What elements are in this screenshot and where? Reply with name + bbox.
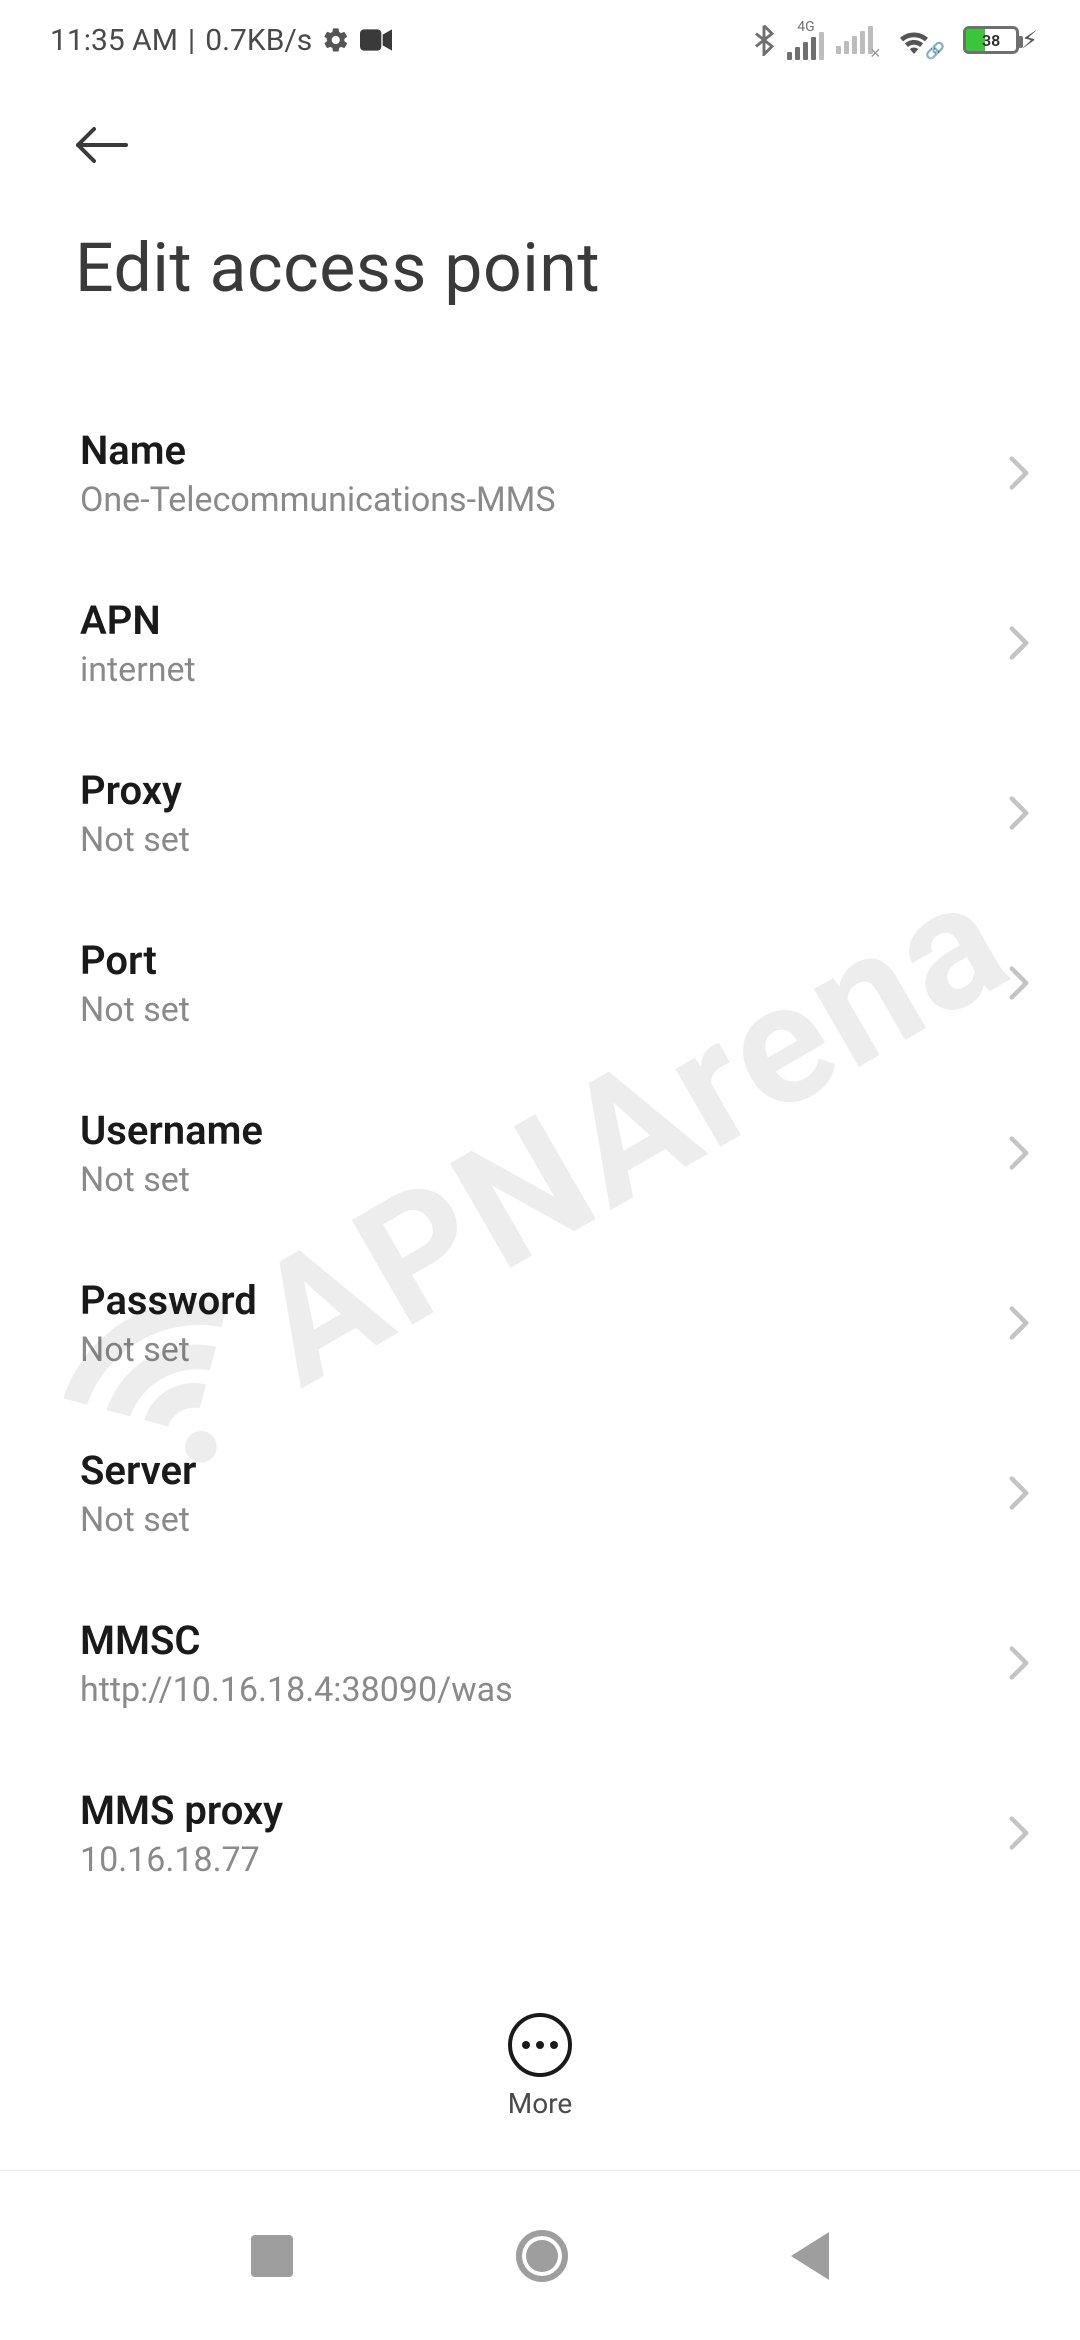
row-value: Not set bbox=[80, 990, 190, 1030]
status-left: 11:35 AM | 0.7KB/s bbox=[50, 23, 392, 58]
row-value: http://10.16.18.4:38090/was bbox=[80, 1670, 513, 1710]
arrow-left-icon bbox=[72, 123, 132, 167]
no-sim-icon: ✕ bbox=[869, 46, 881, 62]
row-label: Proxy bbox=[80, 767, 190, 814]
chevron-right-icon bbox=[1008, 455, 1030, 491]
row-mmsc[interactable]: MMSC http://10.16.18.4:38090/was bbox=[0, 1578, 1080, 1748]
row-label: MMSC bbox=[80, 1617, 513, 1664]
chevron-right-icon bbox=[1008, 625, 1030, 661]
status-right: 4G ✕ 🔗 bbox=[753, 20, 1038, 60]
bluetooth-icon bbox=[753, 24, 775, 56]
row-value: internet bbox=[80, 650, 196, 690]
dot-icon bbox=[536, 2041, 544, 2049]
more-wrap: More bbox=[0, 1973, 1080, 2120]
signal-bars-icon bbox=[836, 26, 873, 54]
status-bar: 11:35 AM | 0.7KB/s 4G bbox=[0, 0, 1080, 80]
row-label: Name bbox=[80, 427, 556, 474]
dot-icon bbox=[550, 2041, 558, 2049]
row-value: 10.16.18.77 bbox=[80, 1840, 283, 1880]
row-value: One-Telecommunications-MMS bbox=[80, 480, 556, 520]
battery-percent: 38 bbox=[966, 31, 1016, 50]
back-button[interactable] bbox=[67, 110, 137, 180]
row-server[interactable]: Server Not set bbox=[0, 1408, 1080, 1578]
battery-icon: 38 bbox=[963, 26, 1019, 54]
row-value: Not set bbox=[80, 1500, 196, 1540]
chevron-right-icon bbox=[1008, 1475, 1030, 1511]
app-header: Edit access point bbox=[0, 80, 1080, 318]
wifi-status: 🔗 bbox=[897, 26, 951, 54]
page-title: Edit access point bbox=[75, 228, 1025, 308]
status-data-rate: 0.7KB/s bbox=[205, 23, 312, 58]
row-value: Not set bbox=[80, 1160, 263, 1200]
row-label: Server bbox=[80, 1447, 196, 1494]
row-value: Not set bbox=[80, 820, 190, 860]
row-label: Port bbox=[80, 937, 190, 984]
dot-icon bbox=[522, 2041, 530, 2049]
signal-sim2: ✕ bbox=[836, 26, 885, 54]
row-label: MMS proxy bbox=[80, 1787, 283, 1834]
chevron-right-icon bbox=[1008, 795, 1030, 831]
row-proxy[interactable]: Proxy Not set bbox=[0, 728, 1080, 898]
nav-home-button[interactable] bbox=[516, 2230, 568, 2282]
battery-status: 38 ⚡︎ bbox=[963, 26, 1038, 54]
nav-back-button[interactable] bbox=[791, 2232, 829, 2280]
status-time: 11:35 AM bbox=[50, 23, 178, 58]
row-port[interactable]: Port Not set bbox=[0, 898, 1080, 1068]
gear-icon bbox=[322, 26, 350, 54]
video-camera-icon bbox=[360, 28, 392, 52]
chevron-right-icon bbox=[1008, 1135, 1030, 1171]
row-value: Not set bbox=[80, 1330, 257, 1370]
row-label: APN bbox=[80, 597, 196, 644]
chevron-right-icon bbox=[1008, 965, 1030, 1001]
link-icon: 🔗 bbox=[925, 41, 945, 60]
chevron-right-icon bbox=[1008, 1815, 1030, 1851]
row-apn[interactable]: APN internet bbox=[0, 558, 1080, 728]
chevron-right-icon bbox=[1008, 1645, 1030, 1681]
more-label: More bbox=[508, 2087, 573, 2120]
chevron-right-icon bbox=[1008, 1305, 1030, 1341]
nav-recent-button[interactable] bbox=[251, 2235, 293, 2277]
row-password[interactable]: Password Not set bbox=[0, 1238, 1080, 1408]
system-nav-bar bbox=[0, 2170, 1080, 2340]
row-label: Username bbox=[80, 1107, 263, 1154]
charging-icon: ⚡︎ bbox=[1021, 26, 1038, 54]
signal-bars-icon bbox=[787, 32, 824, 60]
signal-sim1: 4G bbox=[787, 20, 824, 60]
row-name[interactable]: Name One-Telecommunications-MMS bbox=[0, 388, 1080, 558]
settings-list: Name One-Telecommunications-MMS APN inte… bbox=[0, 388, 1080, 1918]
more-button[interactable] bbox=[508, 2013, 572, 2077]
status-sep: | bbox=[188, 23, 195, 58]
row-label: Password bbox=[80, 1277, 257, 1324]
row-username[interactable]: Username Not set bbox=[0, 1068, 1080, 1238]
row-mms-proxy[interactable]: MMS proxy 10.16.18.77 bbox=[0, 1748, 1080, 1918]
